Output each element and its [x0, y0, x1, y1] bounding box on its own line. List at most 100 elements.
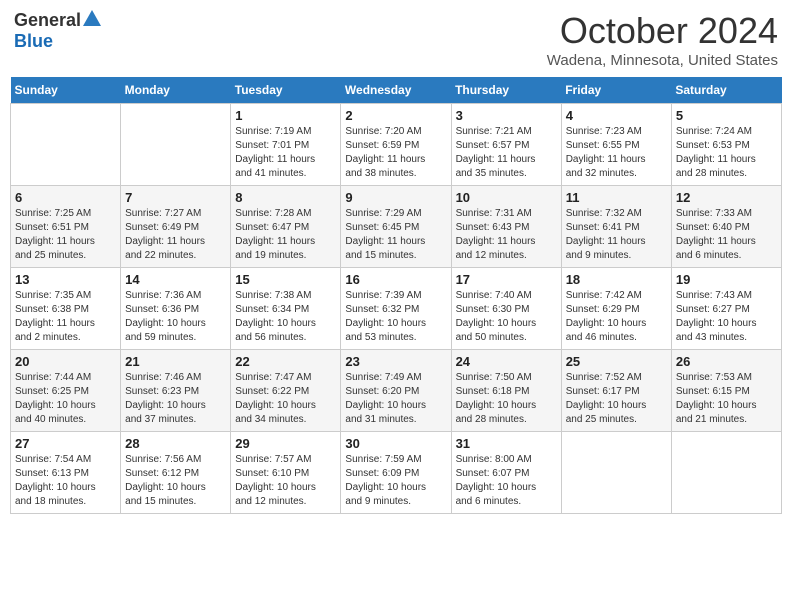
col-friday: Friday [561, 77, 671, 104]
day-detail: Sunrise: 7:33 AM Sunset: 6:40 PM Dayligh… [676, 207, 777, 263]
day-number: 10 [456, 190, 557, 205]
logo-general-text: General [14, 10, 81, 31]
day-detail: Sunrise: 7:27 AM Sunset: 6:49 PM Dayligh… [125, 207, 226, 263]
col-sunday: Sunday [11, 77, 121, 104]
calendar-cell: 12 Sunrise: 7:33 AM Sunset: 6:40 PM Dayli… [671, 186, 781, 268]
day-detail: Sunrise: 7:35 AM Sunset: 6:38 PM Dayligh… [15, 289, 116, 345]
calendar-cell: 10 Sunrise: 7:31 AM Sunset: 6:43 PM Dayli… [451, 186, 561, 268]
logo-blue-text: Blue [14, 31, 53, 52]
day-detail: Sunrise: 7:59 AM Sunset: 6:09 PM Dayligh… [345, 453, 446, 509]
calendar-week-1: 1 Sunrise: 7:19 AM Sunset: 7:01 PM Daylig… [11, 104, 782, 186]
day-detail: Sunrise: 8:00 AM Sunset: 6:07 PM Dayligh… [456, 453, 557, 509]
day-number: 28 [125, 436, 226, 451]
calendar-cell: 26 Sunrise: 7:53 AM Sunset: 6:15 PM Dayli… [671, 350, 781, 432]
location: Wadena, Minnesota, United States [547, 52, 778, 69]
calendar-cell: 20Sunrise: 7:44 AM Sunset: 6:25 PM Dayli… [11, 350, 121, 432]
day-number: 29 [235, 436, 336, 451]
col-saturday: Saturday [671, 77, 781, 104]
day-number: 27 [15, 436, 116, 451]
day-number: 30 [345, 436, 446, 451]
calendar-cell: 15Sunrise: 7:38 AM Sunset: 6:34 PM Dayli… [231, 268, 341, 350]
day-number: 5 [676, 108, 777, 123]
day-number: 26 [676, 354, 777, 369]
calendar-week-2: 6Sunrise: 7:25 AM Sunset: 6:51 PM Daylig… [11, 186, 782, 268]
day-detail: Sunrise: 7:23 AM Sunset: 6:55 PM Dayligh… [566, 125, 667, 181]
day-detail: Sunrise: 7:44 AM Sunset: 6:25 PM Dayligh… [15, 371, 116, 427]
day-detail: Sunrise: 7:42 AM Sunset: 6:29 PM Dayligh… [566, 289, 667, 345]
day-number: 9 [345, 190, 446, 205]
day-detail: Sunrise: 7:29 AM Sunset: 6:45 PM Dayligh… [345, 207, 446, 263]
day-number: 19 [676, 272, 777, 287]
calendar-cell: 19 Sunrise: 7:43 AM Sunset: 6:27 PM Dayli… [671, 268, 781, 350]
day-detail: Sunrise: 7:49 AM Sunset: 6:20 PM Dayligh… [345, 371, 446, 427]
day-detail: Sunrise: 7:21 AM Sunset: 6:57 PM Dayligh… [456, 125, 557, 181]
day-number: 12 [676, 190, 777, 205]
day-detail: Sunrise: 7:53 AM Sunset: 6:15 PM Dayligh… [676, 371, 777, 427]
calendar-cell: 25 Sunrise: 7:52 AM Sunset: 6:17 PM Dayli… [561, 350, 671, 432]
day-detail: Sunrise: 7:36 AM Sunset: 6:36 PM Dayligh… [125, 289, 226, 345]
col-monday: Monday [121, 77, 231, 104]
day-detail: Sunrise: 7:31 AM Sunset: 6:43 PM Dayligh… [456, 207, 557, 263]
day-detail: Sunrise: 7:50 AM Sunset: 6:18 PM Dayligh… [456, 371, 557, 427]
day-number: 16 [345, 272, 446, 287]
day-number: 14 [125, 272, 226, 287]
day-detail: Sunrise: 7:20 AM Sunset: 6:59 PM Dayligh… [345, 125, 446, 181]
day-detail: Sunrise: 7:43 AM Sunset: 6:27 PM Dayligh… [676, 289, 777, 345]
calendar-cell: 8Sunrise: 7:28 AM Sunset: 6:47 PM Daylig… [231, 186, 341, 268]
day-number: 17 [456, 272, 557, 287]
calendar-cell: 29Sunrise: 7:57 AM Sunset: 6:10 PM Dayli… [231, 432, 341, 514]
calendar-table: Sunday Monday Tuesday Wednesday Thursday… [10, 77, 782, 514]
calendar-cell: 27 Sunrise: 7:54 AM Sunset: 6:13 PM Dayli… [11, 432, 121, 514]
calendar-cell: 7Sunrise: 7:27 AM Sunset: 6:49 PM Daylig… [121, 186, 231, 268]
day-detail: Sunrise: 7:19 AM Sunset: 7:01 PM Dayligh… [235, 125, 336, 181]
calendar-week-5: 27 Sunrise: 7:54 AM Sunset: 6:13 PM Dayli… [11, 432, 782, 514]
logo-icon [83, 10, 101, 26]
calendar-cell: 17 Sunrise: 7:40 AM Sunset: 6:30 PM Dayli… [451, 268, 561, 350]
day-detail: Sunrise: 7:40 AM Sunset: 6:30 PM Dayligh… [456, 289, 557, 345]
title-block: October 2024 Wadena, Minnesota, United S… [547, 10, 778, 69]
calendar-cell: 14 Sunrise: 7:36 AM Sunset: 6:36 PM Dayli… [121, 268, 231, 350]
calendar-cell: 9 Sunrise: 7:29 AM Sunset: 6:45 PM Daylig… [341, 186, 451, 268]
calendar-cell [11, 104, 121, 186]
calendar-cell: 18 Sunrise: 7:42 AM Sunset: 6:29 PM Dayli… [561, 268, 671, 350]
calendar-cell: 2Sunrise: 7:20 AM Sunset: 6:59 PM Daylig… [341, 104, 451, 186]
day-number: 25 [566, 354, 667, 369]
day-detail: Sunrise: 7:52 AM Sunset: 6:17 PM Dayligh… [566, 371, 667, 427]
day-number: 1 [235, 108, 336, 123]
day-detail: Sunrise: 7:24 AM Sunset: 6:53 PM Dayligh… [676, 125, 777, 181]
day-detail: Sunrise: 7:56 AM Sunset: 6:12 PM Dayligh… [125, 453, 226, 509]
day-detail: Sunrise: 7:32 AM Sunset: 6:41 PM Dayligh… [566, 207, 667, 263]
col-tuesday: Tuesday [231, 77, 341, 104]
calendar-cell [561, 432, 671, 514]
calendar-cell: 24 Sunrise: 7:50 AM Sunset: 6:18 PM Dayli… [451, 350, 561, 432]
calendar-cell: 23 Sunrise: 7:49 AM Sunset: 6:20 PM Dayli… [341, 350, 451, 432]
calendar-cell: 1 Sunrise: 7:19 AM Sunset: 7:01 PM Daylig… [231, 104, 341, 186]
day-number: 4 [566, 108, 667, 123]
day-number: 15 [235, 272, 336, 287]
day-number: 23 [345, 354, 446, 369]
day-number: 24 [456, 354, 557, 369]
day-number: 8 [235, 190, 336, 205]
day-number: 11 [566, 190, 667, 205]
month-title: October 2024 [547, 10, 778, 52]
day-number: 18 [566, 272, 667, 287]
calendar-cell: 22Sunrise: 7:47 AM Sunset: 6:22 PM Dayli… [231, 350, 341, 432]
calendar-cell: 6Sunrise: 7:25 AM Sunset: 6:51 PM Daylig… [11, 186, 121, 268]
day-detail: Sunrise: 7:39 AM Sunset: 6:32 PM Dayligh… [345, 289, 446, 345]
calendar-cell [121, 104, 231, 186]
day-number: 6 [15, 190, 116, 205]
header-row: Sunday Monday Tuesday Wednesday Thursday… [11, 77, 782, 104]
day-number: 13 [15, 272, 116, 287]
calendar-cell: 30 Sunrise: 7:59 AM Sunset: 6:09 PM Dayli… [341, 432, 451, 514]
day-detail: Sunrise: 7:46 AM Sunset: 6:23 PM Dayligh… [125, 371, 226, 427]
calendar-cell: 3Sunrise: 7:21 AM Sunset: 6:57 PM Daylig… [451, 104, 561, 186]
logo: General Blue [14, 10, 101, 52]
day-detail: Sunrise: 7:54 AM Sunset: 6:13 PM Dayligh… [15, 453, 116, 509]
day-detail: Sunrise: 7:47 AM Sunset: 6:22 PM Dayligh… [235, 371, 336, 427]
col-thursday: Thursday [451, 77, 561, 104]
calendar-cell [671, 432, 781, 514]
calendar-cell: 11 Sunrise: 7:32 AM Sunset: 6:41 PM Dayli… [561, 186, 671, 268]
calendar-week-4: 20Sunrise: 7:44 AM Sunset: 6:25 PM Dayli… [11, 350, 782, 432]
page-header: General Blue October 2024 Wadena, Minnes… [10, 10, 782, 69]
calendar-cell: 13 Sunrise: 7:35 AM Sunset: 6:38 PM Dayli… [11, 268, 121, 350]
